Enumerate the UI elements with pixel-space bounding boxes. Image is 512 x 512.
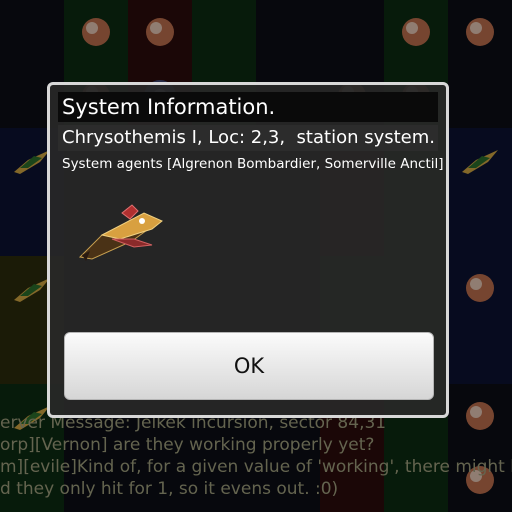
ok-button[interactable]: OK xyxy=(64,332,434,400)
dialog-title: System Information. xyxy=(58,92,438,122)
system-information-dialog: System Information. Chrysothemis I, Loc:… xyxy=(47,82,449,418)
fighter-ship-icon xyxy=(72,195,166,267)
system-location-label: Chrysothemis I, Loc: 2,3, station system… xyxy=(58,125,438,151)
system-agents-label: System agents [Algrenon Bombardier, Some… xyxy=(62,156,444,172)
